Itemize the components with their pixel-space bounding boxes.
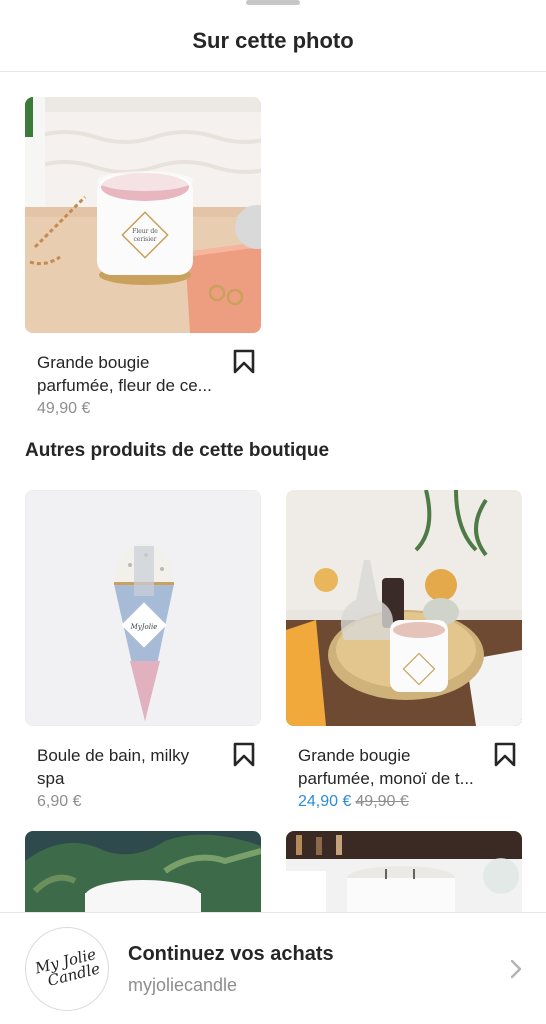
shop-avatar[interactable]: My Jolie Candle: [25, 927, 109, 1011]
product-image[interactable]: [286, 831, 522, 912]
shop-logo: My Jolie Candle: [32, 944, 102, 993]
chevron-right-icon[interactable]: [510, 959, 522, 979]
product-image[interactable]: MyJolie: [25, 490, 261, 726]
continue-shopping-bar[interactable]: My Jolie Candle Continuez vos achats myj…: [0, 912, 546, 1024]
original-price: 49,90 €: [355, 793, 409, 810]
product-price: 6,90 €: [37, 793, 82, 810]
product-price: 49,90 €: [37, 400, 91, 417]
section-title: Autres produits de cette boutique: [25, 440, 330, 461]
product-image[interactable]: Fleur de cerisier: [25, 97, 261, 333]
page-title: Sur cette photo: [192, 27, 354, 53]
svg-text:cerisier: cerisier: [133, 236, 156, 243]
sheet-header: Sur cette photo: [0, 0, 546, 72]
bookmark-icon[interactable]: [233, 349, 255, 375]
continue-shopping-title: Continuez vos achats: [128, 943, 334, 965]
svg-text:Fleur de: Fleur de: [132, 228, 158, 235]
product-card-main[interactable]: Fleur de cerisier Grande bougie parfumée…: [25, 97, 261, 420]
sale-price: 24,90 €: [298, 793, 352, 810]
product-image[interactable]: [286, 490, 522, 726]
product-card[interactable]: [286, 831, 522, 912]
product-card[interactable]: MyJolie Boule de bain, milky spa 6,90 €: [25, 490, 261, 813]
bookmark-icon[interactable]: [494, 742, 516, 768]
shop-username: myjoliecandle: [128, 975, 238, 995]
product-name[interactable]: Grande bougie parfumée, monoï de t...: [298, 744, 478, 790]
product-price: 24,90 €49,90 €: [298, 791, 478, 813]
bookmark-icon[interactable]: [233, 742, 255, 768]
product-name[interactable]: Grande bougie parfumée, fleur de ce...: [37, 351, 217, 397]
product-card[interactable]: Grande bougie parfumée, monoï de t... 24…: [286, 490, 522, 813]
product-name[interactable]: Boule de bain, milky spa: [37, 744, 217, 790]
product-image[interactable]: [25, 831, 261, 912]
product-card[interactable]: [25, 831, 261, 912]
svg-text:MyJolie: MyJolie: [130, 623, 158, 631]
